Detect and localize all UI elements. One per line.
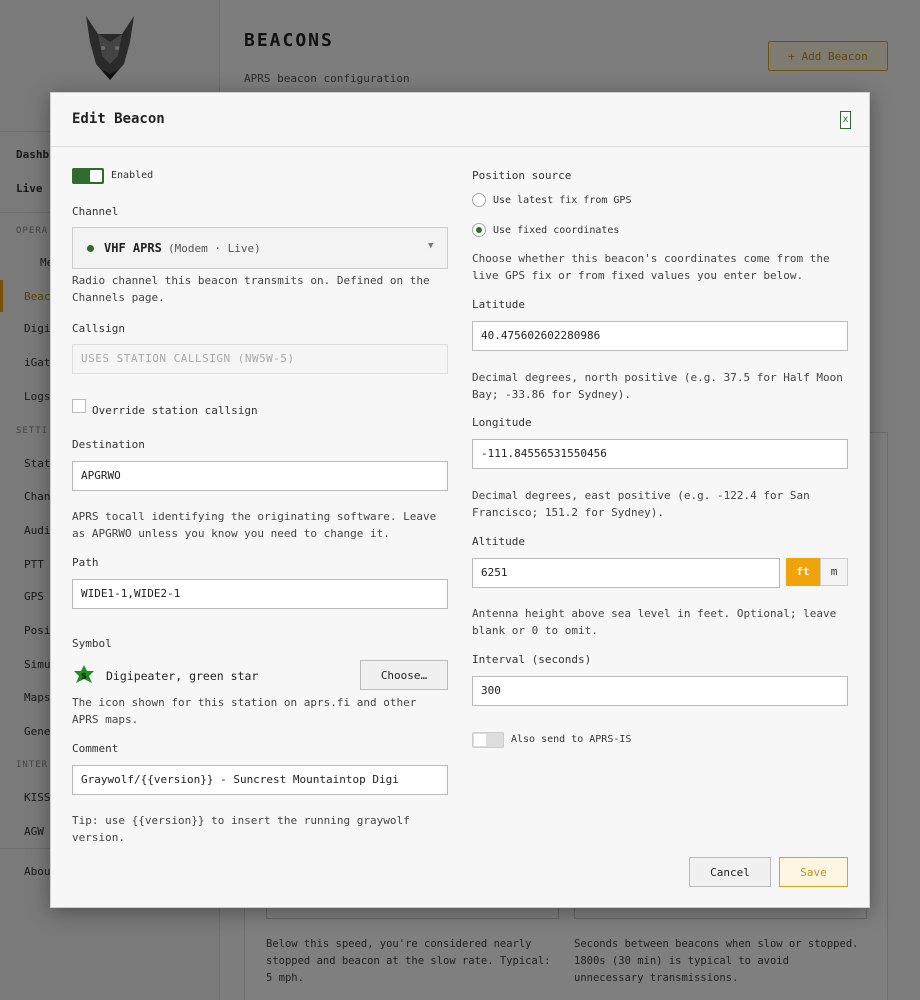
longitude-help: Decimal degrees, east positive (e.g. -12… xyxy=(472,489,810,519)
edit-beacon-modal: Edit Beacon x Enabled Channel VHF APRS (… xyxy=(50,92,870,908)
position-source-label: Position source xyxy=(472,169,572,182)
symbol-label: Symbol xyxy=(72,637,112,650)
enabled-label: Enabled xyxy=(111,170,154,181)
symbol-name: Digipeater, green star xyxy=(106,669,259,683)
close-button[interactable]: x xyxy=(840,111,851,129)
radio-fixed-coordinates-label: Use fixed coordinates xyxy=(493,225,620,236)
radio-use-gps[interactable] xyxy=(472,193,486,207)
choose-symbol-button[interactable]: Choose… xyxy=(360,660,448,690)
channel-help: Radio channel this beacon transmits on. … xyxy=(72,274,430,304)
comment-label: Comment xyxy=(72,742,119,755)
path-label: Path xyxy=(72,556,99,569)
radio-use-gps-label: Use latest fix from GPS xyxy=(493,195,632,206)
channel-name: VHF APRS xyxy=(104,241,162,255)
channel-meta: (Modem · Live) xyxy=(168,242,261,255)
interval-label: Interval (seconds) xyxy=(472,653,592,666)
channel-label: Channel xyxy=(72,205,119,218)
altitude-label: Altitude xyxy=(472,535,525,548)
cancel-button[interactable]: Cancel xyxy=(689,857,771,887)
comment-input[interactable]: Graywolf/{{version}} - Suncrest Mountain… xyxy=(72,765,448,795)
override-callsign-checkbox[interactable] xyxy=(72,399,86,413)
symbol-icon-letter: S xyxy=(81,672,87,681)
destination-help: APRS tocall identifying the originating … xyxy=(72,510,437,540)
toggle-knob xyxy=(90,170,102,182)
comment-help: Tip: use {{version}} to insert the runni… xyxy=(72,814,410,844)
longitude-label: Longitude xyxy=(472,416,532,429)
aprs-is-label: Also send to APRS-IS xyxy=(511,734,632,745)
modal-title: Edit Beacon xyxy=(72,111,165,127)
longitude-input[interactable]: -111.84556531550456 xyxy=(472,439,848,469)
symbol-help: The icon shown for this station on aprs.… xyxy=(72,696,417,726)
altitude-help: Antenna height above sea level in feet. … xyxy=(472,607,837,637)
unit-ft-button[interactable]: ft xyxy=(786,558,820,586)
aprs-is-toggle[interactable] xyxy=(472,732,504,748)
unit-m-button[interactable]: m xyxy=(820,558,848,586)
callsign-input[interactable]: USES STATION CALLSIGN (NW5W-5) xyxy=(72,344,448,374)
interval-input[interactable]: 300 xyxy=(472,676,848,706)
channel-status-dot xyxy=(87,245,94,252)
chevron-down-icon: ▼ xyxy=(428,241,434,251)
modal-header: Edit Beacon x xyxy=(51,93,869,147)
latitude-label: Latitude xyxy=(472,298,525,311)
destination-label: Destination xyxy=(72,438,145,451)
enabled-toggle[interactable] xyxy=(72,168,104,184)
position-source-help: Choose whether this beacon's coordinates… xyxy=(472,252,830,282)
green-star-icon: S xyxy=(74,665,94,683)
radio-fixed-coordinates[interactable] xyxy=(472,223,486,237)
latitude-help: Decimal degrees, north positive (e.g. 37… xyxy=(472,371,843,401)
channel-select[interactable]: VHF APRS (Modem · Live) ▼ xyxy=(72,227,448,269)
save-button[interactable]: Save xyxy=(779,857,848,887)
path-input[interactable]: WIDE1-1,WIDE2-1 xyxy=(72,579,448,609)
callsign-label: Callsign xyxy=(72,322,125,335)
override-callsign-label: Override station callsign xyxy=(92,404,258,417)
latitude-input[interactable]: 40.475602602280986 xyxy=(472,321,848,351)
altitude-input[interactable]: 6251 xyxy=(472,558,780,588)
destination-input[interactable]: APGRWO xyxy=(72,461,448,491)
toggle-knob xyxy=(474,734,486,746)
